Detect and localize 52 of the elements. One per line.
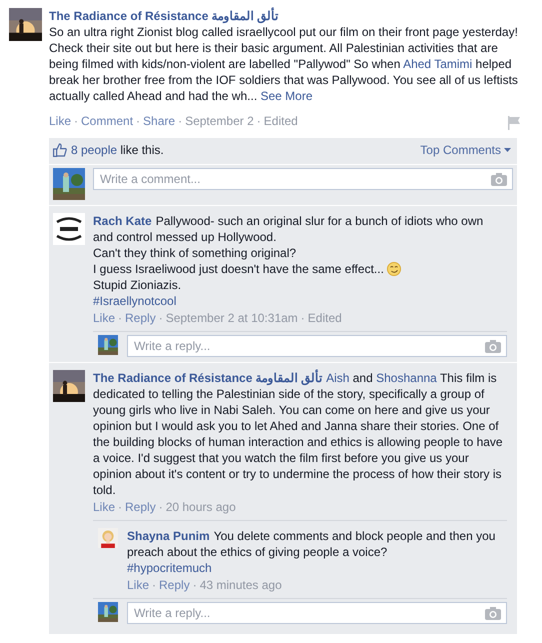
camera-icon — [485, 340, 501, 353]
timestamp: 43 minutes ago — [200, 577, 282, 593]
thumbs-up-icon — [53, 143, 67, 157]
post-text: So an ultra right Zionist blog called israellycool put our film on their front page yesterday! Check their site out but here is their basic argument. All Palestinian activities that are being filmed with kids/non-violent are labelled "Pallywod" So when Ahed Tamimi helped break her brother free from the IOF soldiers that was Pallywood. You see all of us leftists actually called Ahead and had the wh... See More — [49, 24, 519, 104]
comment-text: Rach Kate Pallywood- such an original slur for a bunch of idiots who own and control messed up Hollywood. Can't they think of something original? I guess Israeliwood just doesn't have the same effect... Stupid Zioniazis. #Israellynotcool — [93, 213, 484, 309]
likes-text: 8 people like this. — [71, 143, 165, 157]
action-link[interactable]: Like — [93, 310, 116, 326]
author-link[interactable]: Shayna Punim — [127, 529, 210, 543]
link[interactable]: Shoshanna — [376, 371, 437, 385]
action-link[interactable]: Like — [93, 499, 116, 515]
separator-dot: · — [136, 113, 140, 129]
caret-icon — [504, 148, 511, 152]
separator-dot: · — [74, 113, 78, 129]
comment-field[interactable]: Write a comment... — [93, 168, 513, 190]
separator-dot: · — [256, 113, 261, 129]
author-link[interactable]: The Radiance of Résistance تألق المقاومة — [49, 8, 529, 24]
link[interactable]: #hypocritemuch — [127, 561, 212, 575]
reply-field[interactable]: Write a reply... — [127, 602, 507, 624]
separator-dot: · — [178, 113, 182, 129]
timestamp: Edited — [264, 113, 298, 129]
link[interactable]: See More — [260, 89, 313, 103]
timestamp: Edited — [308, 310, 342, 326]
separator-dot: · — [118, 499, 122, 515]
link[interactable]: 8 people — [71, 143, 118, 157]
separator-dot: · — [118, 310, 122, 326]
link[interactable]: Aish — [326, 371, 350, 385]
separator-dot: · — [192, 577, 197, 593]
separator-dot: · — [158, 499, 163, 515]
camera-icon — [485, 607, 501, 620]
action-link[interactable]: Comment — [81, 113, 134, 129]
author-link[interactable]: Rach Kate — [93, 214, 152, 228]
separator-dot: · — [300, 310, 305, 326]
action-link[interactable]: Like — [127, 577, 150, 593]
comment-text: Shayna Punim You delete comments and block people and then you preach about the ethics of giving people a voice? #hypocritemuch — [127, 528, 496, 576]
smiley-icon — [387, 262, 402, 276]
action-link[interactable]: Reply — [125, 499, 156, 515]
timestamp: September 2 — [185, 113, 254, 129]
action-link[interactable]: Like — [49, 113, 72, 129]
reply-field[interactable]: Write a reply... — [127, 335, 507, 357]
action-link[interactable]: Reply — [159, 577, 190, 593]
separator-dot: · — [152, 577, 156, 593]
timestamp: 20 hours ago — [166, 499, 236, 515]
flag-icon — [508, 116, 521, 130]
action-link[interactable]: Reply — [125, 310, 156, 326]
link[interactable]: #Israellynotcool — [93, 294, 176, 308]
link[interactable]: Ahed Tamimi — [403, 57, 472, 71]
action-link[interactable]: Share — [143, 113, 176, 129]
separator-dot: · — [158, 310, 163, 326]
sort-dropdown[interactable]: Top Comments — [420, 143, 511, 157]
camera-icon — [491, 173, 507, 186]
timestamp: September 2 at 10:31am — [166, 310, 298, 326]
author-link[interactable]: The Radiance of Résistance تألق المقاومة — [93, 371, 322, 385]
